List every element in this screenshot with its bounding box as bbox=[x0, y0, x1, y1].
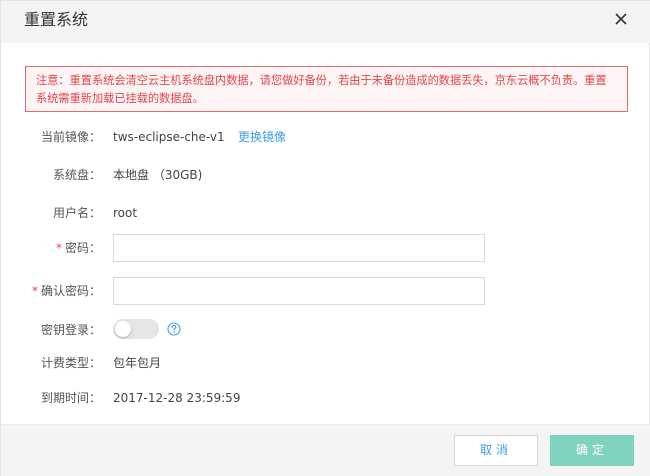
system-disk-value: 本地盘 （30GB) bbox=[113, 168, 203, 182]
confirm-password-label: 确认密码： bbox=[40, 284, 101, 298]
warning-notice: 注意：重置系统会清空云主机系统盘内数据，请您做好备份，若由于未备份造成的数据丢失… bbox=[25, 66, 628, 112]
system-disk-row: 系统盘： 本地盘 （30GB) bbox=[1, 161, 650, 189]
close-icon bbox=[615, 13, 627, 25]
reset-system-dialog: 重置系统 注意：重置系统会清空云主机系统盘内数据，请您做好备份，若由于未备份造成… bbox=[0, 0, 650, 476]
image-value: tws-eclipse-che-v1 bbox=[113, 130, 225, 144]
password-row: * 密码： bbox=[1, 234, 650, 262]
image-row: 当前镜像： tws-eclipse-che-v1 更换镜像 bbox=[1, 123, 650, 151]
required-mark: * bbox=[55, 241, 62, 255]
key-login-toggle[interactable] bbox=[113, 319, 159, 339]
dialog-footer: 取消 确定 bbox=[1, 424, 650, 476]
password-input[interactable] bbox=[113, 234, 485, 262]
confirm-password-row: * 确认密码： bbox=[1, 277, 650, 305]
warning-notice-text: 注意：重置系统会清空云主机系统盘内数据，请您做好备份，若由于未备份造成的数据丢失… bbox=[36, 74, 607, 105]
dialog-header: 重置系统 bbox=[1, 1, 650, 43]
expire-time-value: 2017-12-28 23:59:59 bbox=[113, 391, 241, 405]
username-row: 用户名： root bbox=[1, 199, 650, 227]
username-label: 用户名： bbox=[52, 206, 101, 220]
confirm-button[interactable]: 确定 bbox=[550, 435, 634, 466]
help-icon[interactable] bbox=[167, 321, 181, 336]
image-label: 当前镜像： bbox=[40, 130, 101, 144]
dialog-title: 重置系统 bbox=[24, 10, 89, 29]
billing-type-value: 包年包月 bbox=[113, 356, 162, 370]
key-login-row: 密钥登录： bbox=[1, 316, 650, 344]
password-label: 密码： bbox=[64, 241, 101, 255]
confirm-password-input[interactable] bbox=[113, 277, 485, 305]
expire-time-row: 到期时间： 2017-12-28 23:59:59 bbox=[1, 384, 650, 412]
required-mark: * bbox=[31, 284, 38, 298]
billing-type-row: 计费类型： 包年包月 bbox=[1, 349, 650, 377]
username-value: root bbox=[113, 206, 138, 220]
cancel-button[interactable]: 取消 bbox=[454, 435, 538, 466]
system-disk-label: 系统盘： bbox=[52, 168, 101, 182]
password-label-wrap: * 密码： bbox=[56, 240, 101, 256]
change-image-link[interactable]: 更换镜像 bbox=[238, 129, 286, 145]
expire-time-label: 到期时间： bbox=[40, 391, 101, 405]
key-login-label: 密钥登录： bbox=[40, 323, 101, 337]
billing-type-label: 计费类型： bbox=[40, 356, 101, 370]
close-button[interactable] bbox=[612, 10, 630, 28]
confirm-password-label-wrap: * 确认密码： bbox=[32, 283, 101, 299]
toggle-knob bbox=[115, 321, 131, 337]
